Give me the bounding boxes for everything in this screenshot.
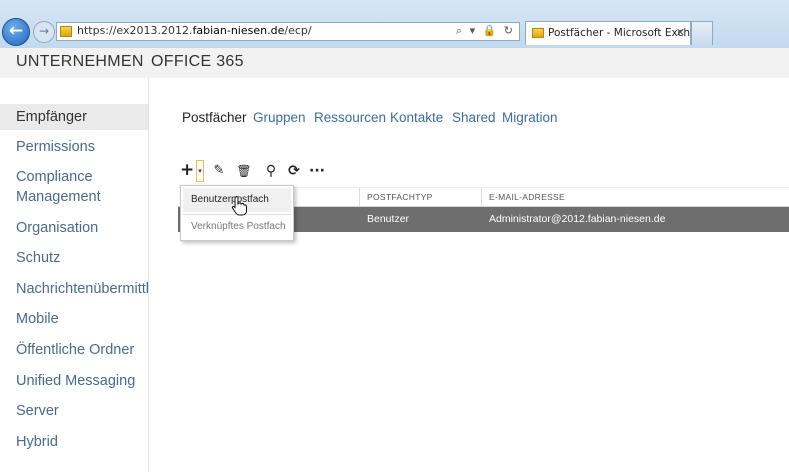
chevron-down-icon[interactable]: ▾ (196, 160, 204, 182)
address-bar[interactable]: https://ex2013.2012.fabian-niesen.de/ecp… (56, 22, 520, 41)
new-tab-button[interactable] (691, 21, 713, 45)
url-text: https://ex2013.2012.fabian-niesen.de/ecp… (77, 24, 312, 37)
sidebar-item-hybrid[interactable]: Hybrid (0, 429, 148, 455)
tab-postfaecher[interactable]: Postfächer (182, 110, 247, 125)
forward-button[interactable]: → (33, 21, 55, 43)
column-divider (481, 188, 482, 207)
tab-ressourcen[interactable]: Ressourcen (314, 110, 386, 125)
url-suffix: /ecp/ (284, 24, 312, 37)
browser-tab[interactable]: Postfächer - Microsoft Exch... ✕ (525, 21, 700, 45)
column-postfachtyp[interactable]: POSTFACHTYP (367, 192, 433, 202)
tab-shared[interactable]: Shared (452, 110, 496, 125)
more-icon[interactable]: ··· (308, 162, 326, 180)
tab-gruppen[interactable]: Gruppen (253, 110, 306, 125)
url-prefix: https://ex2013.2012. (77, 24, 193, 37)
address-bar-icons[interactable]: ⌕ ▾ 🔒 ↻ (456, 24, 515, 38)
url-domain: fabian-niesen.de (192, 24, 285, 37)
tab-migration[interactable]: Migration (502, 110, 558, 125)
sidebar-item-label: Management (16, 189, 101, 205)
sidebar-item-server[interactable]: Server (0, 398, 148, 424)
nav-unternehmen[interactable]: UNTERNEHMEN (16, 53, 144, 71)
sidebar-item-nachrichtenuebermittlung[interactable]: Nachrichtenübermittlung (0, 276, 148, 302)
site-favicon-icon (60, 26, 72, 37)
cell-email: Administrator@2012.fabian-niesen.de (489, 213, 666, 225)
hand-cursor-icon (231, 196, 247, 216)
sidebar-item-permissions[interactable]: Permissions (0, 134, 148, 160)
menu-item-verknuepftes-postfach[interactable]: Verknüpftes Postfach (183, 216, 291, 238)
back-button[interactable]: ← (2, 18, 30, 46)
browser-toolbar: ← → https://ex2013.2012.fabian-niesen.de… (0, 0, 789, 48)
sidebar: Empfänger Permissions Compliance Managem… (0, 78, 149, 472)
column-email[interactable]: E-MAIL-ADRESSE (489, 192, 565, 202)
cell-postfachtyp: Benutzer (367, 213, 410, 225)
column-divider (359, 188, 360, 207)
search-icon[interactable]: ⚲ (264, 162, 278, 180)
sidebar-item-organisation[interactable]: Organisation (0, 215, 148, 241)
sidebar-item-unified-messaging[interactable]: Unified Messaging (0, 368, 148, 394)
refresh-icon[interactable]: ⟳ (287, 162, 301, 180)
nav-office-365[interactable]: OFFICE 365 (151, 53, 244, 71)
tab-favicon-icon (532, 28, 544, 38)
edit-icon[interactable]: ✎ (212, 162, 226, 180)
sidebar-item-oeffentliche-ordner[interactable]: Öffentliche Ordner (0, 337, 148, 363)
sidebar-item-schutz[interactable]: Schutz (0, 245, 148, 271)
add-button[interactable]: + ▾ (180, 160, 206, 182)
sidebar-item-compliance-management[interactable]: Compliance Management (0, 167, 148, 211)
tab-kontakte[interactable]: Kontakte (390, 110, 443, 125)
plus-icon: + (180, 160, 195, 180)
sidebar-item-empfaenger[interactable]: Empfänger (0, 104, 148, 130)
top-navigation: UNTERNEHMEN OFFICE 365 (0, 48, 789, 78)
sidebar-item-mobile[interactable]: Mobile (0, 306, 148, 332)
delete-icon[interactable]: 🗑 (233, 162, 255, 180)
tab-close-icon[interactable]: ✕ (676, 26, 685, 39)
sidebar-item-label: Compliance (16, 169, 93, 185)
